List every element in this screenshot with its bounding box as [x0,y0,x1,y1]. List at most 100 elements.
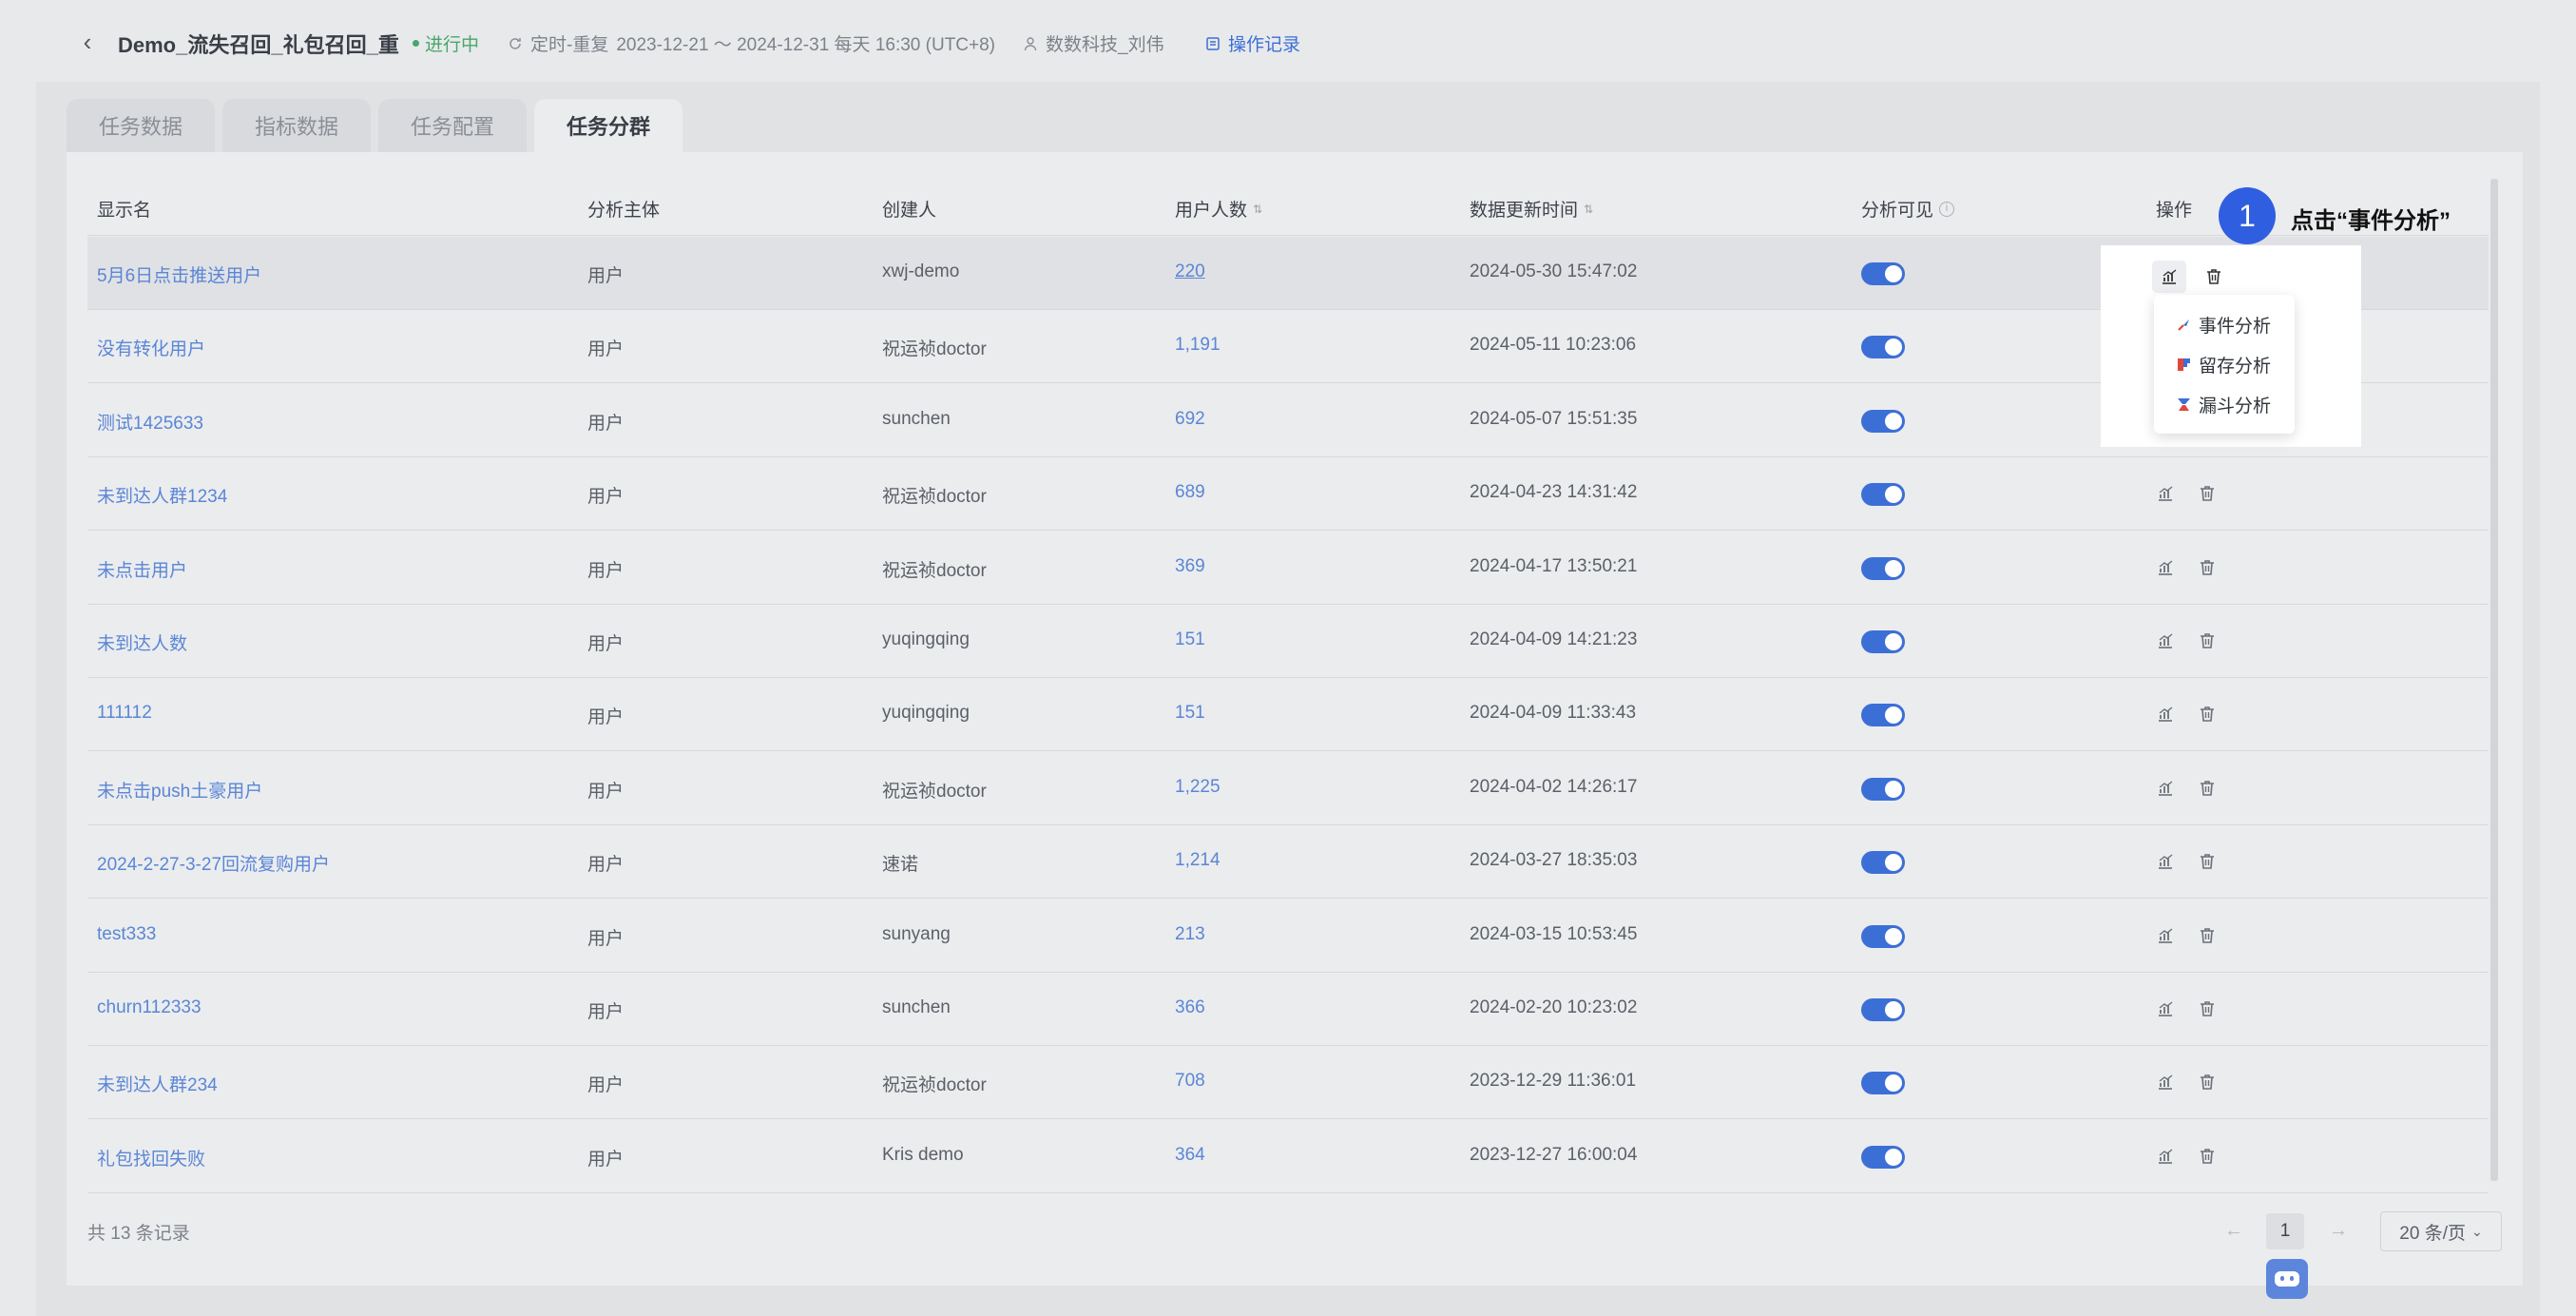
menu-item-funnel-analysis[interactable]: 漏斗分析 [2154,384,2295,424]
visibility-toggle[interactable] [1861,483,1905,507]
user-count-link[interactable]: 1,214 [1175,850,1221,871]
analysis-chart-icon[interactable] [2152,996,2179,1022]
menu-item-label: 漏斗分析 [2199,396,2272,416]
delete-icon[interactable] [2194,480,2220,507]
analysis-chart-icon[interactable] [2152,775,2179,802]
assistant-bot-icon[interactable] [2266,1259,2308,1299]
back-button[interactable]: ‹ [74,29,101,55]
status-badge: 进行中 [413,30,479,56]
delete-icon[interactable] [2194,775,2220,802]
sort-icon[interactable]: ⇅ [1584,203,1593,215]
user-icon [1024,36,1037,50]
user-count-link[interactable]: 151 [1175,629,1205,650]
next-page-button[interactable]: → [2323,1213,2354,1248]
analysis-chart-icon[interactable] [2152,922,2179,949]
segment-name-link[interactable]: 5月6日点击推送用户 [97,261,261,287]
delete-icon[interactable] [2194,1143,2220,1170]
visibility-toggle[interactable] [1861,998,1905,1021]
tab-task-config[interactable]: 任务配置 [378,99,528,152]
info-icon[interactable]: i [1939,201,1955,217]
update-time-cell: 2024-04-17 13:50:21 [1470,555,1638,576]
page-size-select[interactable]: 20 条/页 ⌄ [2380,1211,2502,1251]
analysis-chart-icon[interactable] [2152,480,2179,507]
visibility-toggle[interactable] [1861,262,1905,285]
tab-task-segments[interactable]: 任务分群 [534,99,683,152]
delete-icon[interactable] [2194,628,2220,654]
user-count-link[interactable]: 151 [1175,703,1205,724]
visibility-toggle[interactable] [1861,630,1905,653]
subject-cell: 用户 [587,560,625,581]
user-count-link[interactable]: 364 [1175,1145,1205,1166]
visibility-toggle[interactable] [1861,556,1905,580]
user-count-link[interactable]: 1,191 [1175,335,1221,356]
segment-name-link[interactable]: test333 [97,924,156,945]
visibility-toggle[interactable] [1861,1072,1905,1095]
user-count-link[interactable]: 213 [1175,924,1205,945]
total-records: 共 13 条记录 [87,1224,190,1244]
owner-name: 数数科技_刘伟 [1046,35,1164,55]
analysis-chart-icon[interactable] [2152,1069,2179,1095]
user-count-link[interactable]: 692 [1175,409,1205,430]
user-count-link[interactable]: 220 [1175,261,1205,282]
segment-name-link[interactable]: 2024-2-27-3-27回流复购用户 [97,850,330,876]
user-count-link[interactable]: 369 [1175,556,1205,577]
subject-cell: 用户 [587,781,625,802]
delete-icon[interactable] [2194,1069,2220,1095]
visibility-toggle[interactable] [1861,704,1905,727]
visibility-toggle[interactable] [1861,924,1905,948]
prev-page-button[interactable]: ← [2219,1213,2249,1248]
analysis-chart-icon[interactable] [2152,261,2186,293]
delete-icon[interactable] [2194,554,2220,581]
scrollbar-thumb[interactable] [2490,179,2498,1181]
visibility-toggle[interactable] [1861,777,1905,801]
visibility-toggle[interactable] [1861,851,1905,875]
visibility-toggle[interactable] [1861,1145,1905,1169]
col-count[interactable]: 用户人数 ⇅ [1175,196,1262,222]
operation-log-link[interactable]: 操作记录 [1205,30,1300,56]
menu-item-label: 事件分析 [2199,316,2272,337]
analysis-chart-icon[interactable] [2152,1143,2179,1170]
visibility-toggle[interactable] [1861,336,1905,359]
analysis-dropdown-menu: 事件分析 留存分析 漏斗分析 [2154,295,2295,434]
delete-icon[interactable] [2194,996,2220,1022]
tab-metric-data[interactable]: 指标数据 [222,99,372,152]
delete-icon[interactable] [2194,701,2220,727]
analysis-chart-icon[interactable] [2152,848,2179,875]
segment-name-link[interactable]: 测试1425633 [97,409,203,435]
analysis-chart-icon[interactable] [2152,701,2179,727]
col-visible-label: 分析可见 [1861,201,1934,221]
user-count-link[interactable]: 708 [1175,1071,1205,1092]
page-number-button[interactable]: 1 [2266,1213,2304,1249]
update-time-cell: 2024-03-15 10:53:45 [1470,923,1638,944]
segment-name-link[interactable]: 111112 [97,703,152,724]
user-count-link[interactable]: 1,225 [1175,777,1221,798]
update-time-cell: 2024-05-07 15:51:35 [1470,408,1638,429]
sort-icon[interactable]: ⇅ [1253,203,1262,215]
segment-name-link[interactable]: 没有转化用户 [97,335,205,360]
segment-name-link[interactable]: churn112333 [97,997,202,1018]
menu-item-event-analysis[interactable]: 事件分析 [2154,304,2295,344]
segment-name-link[interactable]: 未到达人群1234 [97,482,227,508]
analysis-chart-icon[interactable] [2152,554,2179,581]
table-header: 显示名 分析主体 创建人 用户人数 ⇅ 数据更新时间 ⇅ 分析可见 i 操作 [87,181,2489,236]
update-time-cell: 2023-12-27 16:00:04 [1470,1144,1638,1165]
delete-icon[interactable] [2194,848,2220,875]
col-visible: 分析可见 i [1861,196,1955,222]
segment-name-link[interactable]: 未到达人数 [97,629,187,655]
table-row: test333 用户 sunyang 213 2024-03-15 10:53:45 [87,900,2489,973]
visibility-toggle[interactable] [1861,409,1905,433]
segment-name-link[interactable]: 未点击用户 [97,556,187,582]
segment-name-link[interactable]: 礼包找回失败 [97,1145,205,1171]
menu-item-retention-analysis[interactable]: 留存分析 [2154,344,2295,384]
user-count-link[interactable]: 689 [1175,482,1205,503]
tab-task-data[interactable]: 任务数据 [67,99,216,152]
analysis-chart-icon[interactable] [2152,628,2179,654]
user-count-link[interactable]: 366 [1175,997,1205,1018]
segment-name-link[interactable]: 未到达人群234 [97,1071,218,1096]
col-time[interactable]: 数据更新时间 ⇅ [1470,196,1593,222]
delete-icon[interactable] [2194,922,2220,949]
subject-cell: 用户 [587,339,625,360]
table-row: 2024-2-27-3-27回流复购用户 用户 速诺 1,214 2024-03-27 … [87,825,2489,900]
segment-name-link[interactable]: 未点击push土豪用户 [97,777,262,803]
delete-icon[interactable] [2198,261,2230,293]
